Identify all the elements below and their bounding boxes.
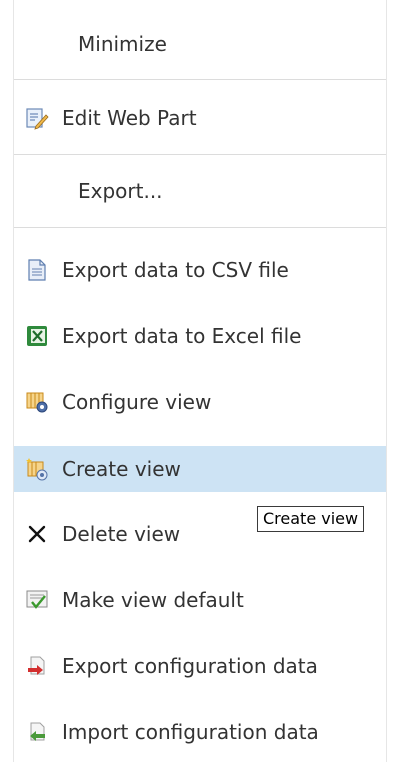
menu-item-export-csv[interactable]: Export data to CSV file [14, 250, 386, 290]
menu-item-label: Edit Web Part [62, 106, 197, 130]
menu-item-label: Delete view [62, 522, 181, 546]
menu-item-edit-web-part[interactable]: Edit Web Part [14, 98, 386, 138]
menu-item-minimize[interactable]: Minimize [14, 24, 386, 64]
menu-item-import-configuration[interactable]: Import configuration data [14, 712, 386, 752]
delete-x-icon [24, 521, 50, 547]
menu-item-label: Export data to Excel file [62, 324, 302, 348]
menu-separator [14, 154, 386, 155]
text-document-icon [24, 257, 50, 283]
menu-separator [14, 227, 386, 228]
checklist-icon [24, 587, 50, 613]
menu-item-export-excel[interactable]: Export data to Excel file [14, 316, 386, 356]
menu-item-label: Configure view [62, 390, 212, 414]
create-view-icon [24, 456, 50, 482]
menu-item-label: Import configuration data [62, 720, 319, 744]
menu-item-label: Export... [78, 179, 163, 203]
excel-icon [24, 323, 50, 349]
menu-item-create-view[interactable]: Create view [14, 446, 386, 492]
menu-separator [14, 79, 386, 80]
menu-item-make-view-default[interactable]: Make view default [14, 580, 386, 620]
edit-document-icon [24, 105, 50, 131]
menu-item-label: Export data to CSV file [62, 258, 289, 282]
menu-item-label: Create view [62, 457, 181, 481]
menu-item-configure-view[interactable]: Configure view [14, 382, 386, 422]
import-arrow-icon [24, 719, 50, 745]
menu-item-label: Minimize [78, 32, 167, 56]
tooltip: Create view [257, 506, 365, 532]
configure-view-icon [24, 389, 50, 415]
menu-item-export-configuration[interactable]: Export configuration data [14, 646, 386, 686]
menu-item-export[interactable]: Export... [14, 171, 386, 211]
export-arrow-icon [24, 653, 50, 679]
context-menu: Minimize Edit Web Part Export... Export … [13, 0, 387, 762]
menu-item-label: Make view default [62, 588, 244, 612]
menu-item-label: Export configuration data [62, 654, 318, 678]
